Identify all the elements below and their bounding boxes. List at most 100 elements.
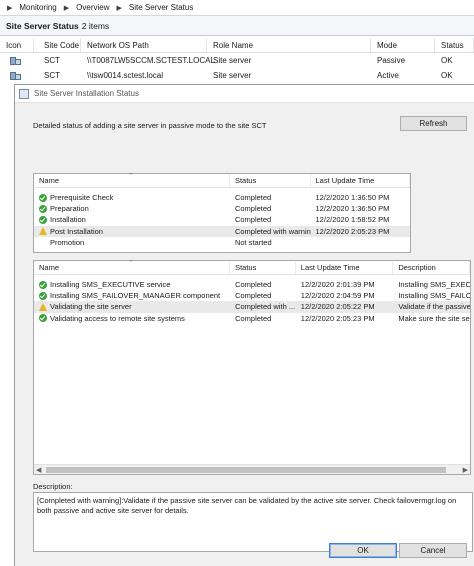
breadcrumb-item-overview[interactable]: Overview bbox=[74, 3, 111, 12]
item-count: 2 items bbox=[81, 20, 110, 31]
status-summary-text: Detailed status of adding a site server … bbox=[33, 121, 267, 130]
list-item[interactable]: Prerequisite Check Completed 12/2/2020 1… bbox=[34, 192, 410, 203]
breadcrumb-item-monitoring[interactable]: Monitoring bbox=[17, 3, 58, 12]
cancel-button[interactable]: Cancel bbox=[399, 543, 467, 558]
step-name: Preparation bbox=[50, 204, 89, 214]
column-header-last-update-time[interactable]: Last Update Time bbox=[311, 174, 410, 187]
column-header-mode[interactable]: Mode bbox=[371, 38, 435, 52]
check-circle-icon bbox=[39, 204, 47, 213]
installation-details-list[interactable]: ⌃ Name Status Last Update Time Descripti… bbox=[33, 260, 471, 475]
cell-mode: Passive bbox=[377, 56, 406, 65]
step-status: Not started bbox=[234, 237, 272, 247]
step-name: Post Installation bbox=[50, 226, 103, 236]
list-item[interactable]: Validating access to remote site systems… bbox=[34, 313, 470, 324]
cell-status: OK bbox=[441, 56, 453, 65]
breadcrumb-arrow-icon[interactable]: ▶ bbox=[2, 4, 17, 12]
detail-description: Validate if the passive bbox=[398, 302, 470, 312]
server-icon bbox=[0, 68, 34, 83]
installation-status-dialog: Site Server Installation Status Detailed… bbox=[14, 84, 474, 566]
sort-caret-icon: ⌃ bbox=[128, 173, 134, 180]
cell-status: OK bbox=[441, 71, 453, 80]
check-circle-icon bbox=[39, 215, 47, 224]
scroll-right-icon[interactable]: ▶ bbox=[463, 466, 468, 474]
step-status: Completed bbox=[234, 193, 272, 203]
detail-name: Validating access to remote site systems bbox=[50, 313, 185, 323]
detail-status: Completed bbox=[235, 291, 272, 301]
column-header-status[interactable]: Status bbox=[230, 261, 296, 274]
page-title: Site Server Status bbox=[6, 20, 79, 31]
column-header-role-name[interactable]: Role Name bbox=[207, 38, 371, 52]
dialog-title: Site Server Installation Status bbox=[34, 89, 139, 98]
breadcrumb-separator-icon[interactable]: ▶ bbox=[111, 4, 126, 12]
cell-mode: Active bbox=[377, 71, 399, 80]
cell-site-code: SCT bbox=[44, 56, 60, 65]
step-time: 12/2/2020 1:36:50 PM bbox=[315, 193, 390, 203]
check-circle-icon bbox=[39, 314, 47, 323]
detail-time: 12/2/2020 2:01:39 PM bbox=[300, 280, 375, 290]
check-circle-icon bbox=[39, 280, 47, 289]
step-status: Completed bbox=[234, 204, 272, 214]
list-item[interactable]: Installing SMS_EXECUTIVE service Complet… bbox=[34, 279, 470, 290]
installation-steps-list[interactable]: ⌃ Name Status Last Update Time Prerequis… bbox=[33, 173, 411, 253]
steps-list-header: ⌃ Name Status Last Update Time bbox=[34, 173, 410, 188]
list-item[interactable]: Promotion Not started bbox=[34, 237, 410, 248]
column-header-site-code[interactable]: Site Code bbox=[34, 38, 81, 52]
list-item[interactable]: Installing SMS_FAILOVER_MANAGER componen… bbox=[34, 290, 470, 301]
detail-name: Installing SMS_EXECUTIVE service bbox=[50, 280, 171, 290]
warning-icon bbox=[39, 302, 47, 311]
blank-icon bbox=[39, 238, 47, 246]
detail-description: Make sure the site se bbox=[398, 313, 470, 323]
list-item[interactable]: Validating the site server Completed wit… bbox=[34, 301, 470, 313]
step-time bbox=[311, 237, 410, 248]
ok-button[interactable]: OK bbox=[329, 543, 397, 558]
cell-role-name: Site server bbox=[213, 56, 252, 65]
step-time: 12/2/2020 2:05:23 PM bbox=[315, 226, 390, 236]
refresh-button[interactable]: Refresh bbox=[400, 116, 467, 131]
page-title-bar: Site Server Status 2 items bbox=[0, 16, 474, 36]
column-header-status[interactable]: Status bbox=[435, 38, 474, 52]
column-header-icon[interactable]: Icon bbox=[0, 38, 34, 52]
cell-network-os-path: \\tsw0014.sctest.local bbox=[87, 71, 164, 80]
description-label: Description: bbox=[33, 482, 73, 491]
column-header-network-os-path[interactable]: Network OS Path bbox=[81, 38, 207, 52]
detail-name: Installing SMS_FAILOVER_MANAGER componen… bbox=[50, 291, 221, 301]
detail-time: 12/2/2020 2:05:23 PM bbox=[300, 313, 375, 323]
table-row[interactable]: SCT \\T0087LW5SCCM.SCTEST.LOCAL Site ser… bbox=[0, 53, 474, 68]
cell-site-code: SCT bbox=[44, 71, 60, 80]
details-list-header: ⌃ Name Status Last Update Time Descripti… bbox=[34, 260, 470, 275]
breadcrumb-item-site-server-status[interactable]: Site Server Status bbox=[127, 3, 195, 12]
step-name: Prerequisite Check bbox=[50, 193, 114, 203]
list-item[interactable]: Preparation Completed 12/2/2020 1:36:50 … bbox=[34, 203, 410, 214]
detail-status: Completed with ... bbox=[235, 302, 296, 312]
scrollbar-thumb[interactable] bbox=[46, 467, 446, 473]
breadcrumb-separator-icon[interactable]: ▶ bbox=[59, 4, 74, 12]
cell-network-os-path: \\T0087LW5SCCM.SCTEST.LOCAL bbox=[87, 56, 215, 65]
check-circle-icon bbox=[39, 193, 47, 202]
step-name: Installation bbox=[50, 215, 86, 225]
column-header-status[interactable]: Status bbox=[230, 174, 311, 187]
detail-time: 12/2/2020 2:05:22 PM bbox=[300, 302, 375, 312]
detail-time: 12/2/2020 2:04:59 PM bbox=[300, 291, 375, 301]
horizontal-scrollbar[interactable]: ◀ ▶ bbox=[34, 464, 470, 474]
step-time: 12/2/2020 1:58:52 PM bbox=[315, 215, 390, 225]
dialog-title-bar[interactable]: Site Server Installation Status bbox=[15, 85, 474, 103]
site-server-grid: Icon Site Code Network OS Path Role Name… bbox=[0, 38, 474, 83]
list-item[interactable]: Post Installation Completed with warning… bbox=[34, 225, 410, 237]
sort-caret-icon: ⌃ bbox=[128, 260, 134, 267]
table-row[interactable]: SCT \\tsw0014.sctest.local Site server A… bbox=[0, 68, 474, 83]
breadcrumb: ▶ Monitoring ▶ Overview ▶ Site Server St… bbox=[0, 0, 474, 16]
check-circle-icon bbox=[39, 291, 47, 300]
step-status: Completed with warning bbox=[234, 226, 311, 236]
grid-header: Icon Site Code Network OS Path Role Name… bbox=[0, 38, 474, 53]
step-status: Completed bbox=[234, 215, 272, 225]
server-icon bbox=[0, 53, 34, 68]
detail-status: Completed bbox=[235, 280, 272, 290]
list-item[interactable]: Installation Completed 12/2/2020 1:58:52… bbox=[34, 214, 410, 225]
column-header-last-update-time[interactable]: Last Update Time bbox=[296, 261, 394, 274]
scroll-left-icon[interactable]: ◀ bbox=[36, 466, 41, 474]
detail-description: Installing SMS_FAILO bbox=[398, 291, 470, 301]
detail-description: Installing SMS_EXECI bbox=[398, 280, 470, 290]
cell-role-name: Site server bbox=[213, 71, 252, 80]
detail-name: Validating the site server bbox=[50, 302, 132, 312]
column-header-description[interactable]: Description bbox=[393, 261, 470, 274]
